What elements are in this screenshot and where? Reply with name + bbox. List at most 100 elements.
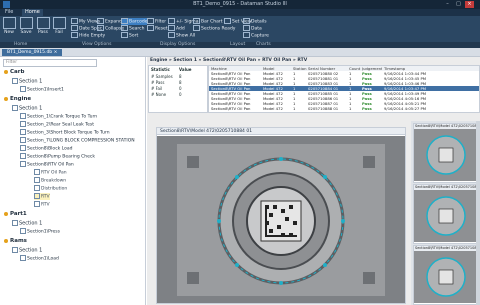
fail-button[interactable]: Fail: [52, 17, 66, 35]
sections-icon: [193, 25, 200, 31]
qr-code-icon: [52, 17, 66, 29]
table-cell: 0205710888 01: [308, 106, 339, 111]
add-icon: [168, 25, 175, 31]
tree-item[interactable]: Section 1: [12, 105, 42, 112]
statistics-table: Statistic Value # Samples 8 # Pass 8 # Fai…: [148, 65, 208, 113]
bar-chart-icon: [193, 18, 200, 24]
collapse-icon: [97, 25, 104, 31]
show-all-button[interactable]: Show All: [168, 32, 195, 39]
data-button[interactable]: Data: [243, 25, 262, 32]
tree-group[interactable]: Carb: [4, 69, 24, 75]
close-button[interactable]: ×: [465, 1, 474, 8]
tree-item[interactable]: Section1\Insert1: [20, 86, 64, 93]
tab-home[interactable]: Home: [22, 9, 43, 16]
tree-item[interactable]: Section_2\Rear Seal Leak Test: [20, 121, 94, 128]
thumbnail-image: [414, 251, 478, 303]
bar-chart-button[interactable]: Bar Chart: [193, 18, 223, 25]
thumbnail-image: [414, 129, 478, 181]
search-button[interactable]: Search: [121, 25, 144, 32]
tree-item[interactable]: RTV Oil Pan: [34, 169, 67, 176]
new-button[interactable]: New: [2, 17, 16, 35]
thumbnail[interactable]: Section8\RTV\Model 472\0205710885 01: [413, 184, 479, 244]
hide-icon: [71, 32, 78, 38]
image-viewer[interactable]: Section8\RTV\Model 472\0205710884 01: [156, 127, 406, 304]
details-button[interactable]: Details: [243, 18, 267, 25]
qr-code-icon: [36, 17, 50, 29]
window-title: BT1_Demo_0915 - Dataman Studio III: [193, 1, 287, 7]
breadcrumb: Engine » Section 1 » Section8\RTV Oil Pa…: [150, 58, 308, 63]
inspection-image: [157, 136, 405, 303]
table-row[interactable]: Section8\RTV Oil Pan Model 472 1 0205710888…: [209, 106, 479, 111]
tree-item[interactable]: Section 1: [12, 220, 42, 227]
tree-item[interactable]: RTV: [34, 201, 50, 208]
node-icon: [20, 161, 26, 167]
sort-button[interactable]: Sort: [121, 32, 138, 39]
tree-item[interactable]: Section_7\LONG BLOCK COMPRESSION STATION: [20, 137, 135, 144]
hide-empty-button[interactable]: Hide Empty: [71, 32, 105, 39]
node-icon: [20, 121, 26, 127]
document-tabs: BT1_Demo_0915.db ×: [0, 48, 480, 57]
save-icon: [19, 17, 33, 29]
tree-item[interactable]: Section1\Press: [20, 228, 60, 235]
filter-icon: [147, 18, 154, 24]
node-icon: [34, 193, 40, 199]
tree-item[interactable]: Section_3\Short Block Torque To Turn: [20, 129, 110, 136]
node-icon: [20, 86, 26, 92]
filter-button[interactable]: Filter: [147, 18, 166, 25]
table-cell: 1: [349, 106, 352, 111]
node-icon: [12, 220, 18, 226]
capture-button[interactable]: Capture: [243, 32, 269, 39]
node-icon: [20, 228, 26, 234]
statistics-row: # None 0: [151, 92, 182, 97]
tree-item[interactable]: Section8\Block Load: [20, 145, 73, 152]
save-button[interactable]: Save: [19, 17, 33, 35]
minimize-button[interactable]: –: [443, 1, 452, 8]
tree-item[interactable]: Section1\Load: [20, 255, 59, 262]
tree-item[interactable]: Section 1: [12, 247, 42, 254]
tree-group[interactable]: Rams: [4, 238, 27, 244]
expand-button[interactable]: Expand: [97, 18, 122, 25]
results-grid: Machine Model Station Serial Number Coun…: [208, 65, 480, 113]
add-button[interactable]: Add: [168, 25, 185, 32]
expand-icon: [97, 18, 104, 24]
table-cell: Pass: [362, 106, 372, 111]
tree-item[interactable]: Distribution: [34, 185, 67, 192]
show-all-icon: [168, 32, 175, 38]
tree-item[interactable]: RTV: [34, 193, 50, 200]
viewer-title: Section8\RTV\Model 472\0205710884 01: [157, 128, 405, 135]
tree-filter-input[interactable]: Filter: [3, 59, 97, 67]
tree-item[interactable]: Section8\Pump Bearing Check: [20, 153, 95, 160]
tree-panel: Filter Carb Section 1 Section1\Insert1 Engi…: [0, 57, 146, 305]
tree-group[interactable]: Engine: [4, 96, 31, 102]
node-icon: [12, 247, 18, 253]
node-icon: [34, 185, 40, 191]
group-bullet-icon: [4, 69, 8, 74]
thumbnail-scrollbar[interactable]: [476, 121, 480, 305]
tab-file[interactable]: File: [2, 9, 16, 16]
sections-ready-button[interactable]: Sections Ready: [193, 25, 235, 32]
thumbnail[interactable]: Section8\RTV\Model 472\0205710886 01: [413, 245, 479, 305]
tree-item[interactable]: Breakdown: [34, 177, 66, 184]
tree-item[interactable]: Section 1: [12, 78, 42, 85]
group-bullet-icon: [4, 238, 8, 243]
document-tab[interactable]: BT1_Demo_0915.db ×: [2, 49, 63, 56]
tree-group[interactable]: Part1: [4, 211, 27, 217]
reset-button[interactable]: Reset: [147, 25, 168, 32]
statistics-row: # Fail 0: [151, 86, 182, 91]
group-bullet-icon: [4, 211, 8, 216]
tree-item[interactable]: Section8\RTV Oil Pan: [20, 161, 74, 168]
node-icon: [34, 201, 40, 207]
thumbnail[interactable]: Section8\RTV\Model 472\0205710883 01: [413, 123, 479, 183]
barcode-button[interactable]: Barcode: [121, 18, 148, 25]
maximize-button[interactable]: □: [454, 1, 463, 8]
tree-item[interactable]: Section_1\Crank Torque To Turn: [20, 113, 97, 120]
node-icon: [34, 177, 40, 183]
search-icon: [121, 25, 128, 31]
statistics-row: # Pass 8: [151, 80, 182, 85]
my-views-button[interactable]: My Views: [71, 18, 100, 25]
barcode-icon: [121, 18, 128, 24]
table-cell: Model 472: [263, 106, 283, 111]
thumbnail-strip: Section8\RTV\Model 472\0205710883 01 Sec…: [411, 121, 480, 305]
node-icon: [20, 255, 26, 261]
pass-button[interactable]: Pass: [36, 17, 50, 35]
